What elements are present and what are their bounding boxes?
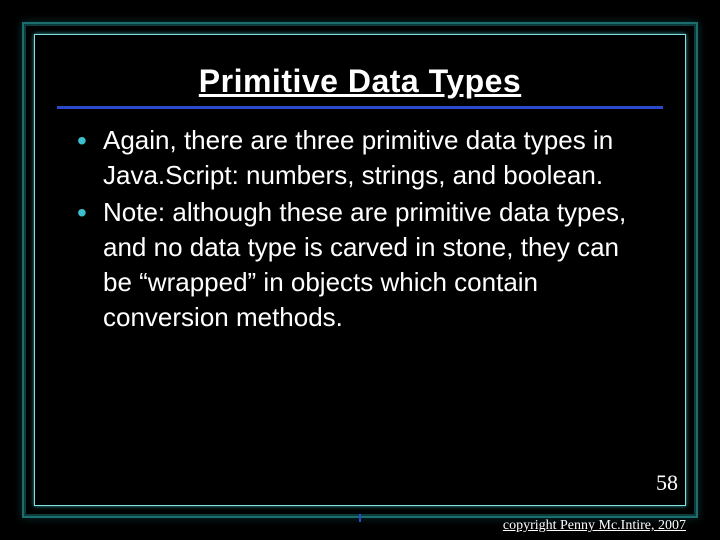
title-underline-rule bbox=[57, 106, 663, 109]
bullet-item: Again, there are three primitive data ty… bbox=[73, 123, 647, 193]
copyright-text: copyright Penny Mc.Intire, 2007 bbox=[503, 518, 686, 534]
slide-title: Primitive Data Types bbox=[67, 63, 653, 100]
slide-inner-frame: Primitive Data Types Again, there are th… bbox=[34, 34, 686, 506]
bullet-list: Again, there are three primitive data ty… bbox=[73, 123, 647, 336]
bottom-accent-mark bbox=[359, 514, 361, 522]
page-number: 58 bbox=[656, 470, 678, 496]
slide-outer-frame: Primitive Data Types Again, there are th… bbox=[22, 22, 698, 518]
slide-body: Again, there are three primitive data ty… bbox=[67, 115, 653, 336]
bullet-item: Note: although these are primitive data … bbox=[73, 195, 647, 335]
